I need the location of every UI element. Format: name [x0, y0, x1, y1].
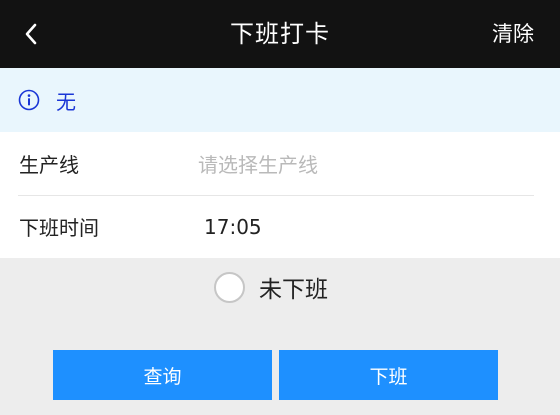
query-button[interactable]: 查询 — [53, 350, 272, 400]
clock-out-screen: 下班打卡 清除 无 生产线 请选择生产线 下班时间 17:05 未下班 查询 下… — [0, 0, 560, 415]
page-title: 下班打卡 — [230, 20, 330, 48]
off-time-field[interactable]: 17:05 — [186, 203, 526, 250]
production-line-select[interactable]: 请选择生产线 — [186, 140, 526, 187]
clock-out-form: 生产线 请选择生产线 下班时间 17:05 — [0, 132, 560, 258]
off-time-row: 下班时间 17:05 — [0, 195, 560, 258]
radio-circle-icon[interactable] — [214, 271, 245, 303]
chevron-left-icon — [25, 23, 37, 45]
nav-header: 下班打卡 清除 — [0, 0, 560, 68]
back-button[interactable] — [14, 17, 48, 51]
off-work-button[interactable]: 下班 — [279, 350, 498, 400]
clear-button[interactable]: 清除 — [492, 0, 534, 68]
production-line-label: 生产线 — [19, 153, 79, 177]
notice-text: 无 — [56, 89, 76, 114]
not-off-work-radio[interactable]: 未下班 — [214, 270, 328, 304]
notice-bar: 无 — [0, 68, 560, 132]
production-line-row: 生产线 请选择生产线 — [0, 132, 560, 195]
info-icon — [18, 89, 40, 111]
not-off-work-label: 未下班 — [259, 277, 328, 303]
off-time-label: 下班时间 — [19, 216, 99, 240]
